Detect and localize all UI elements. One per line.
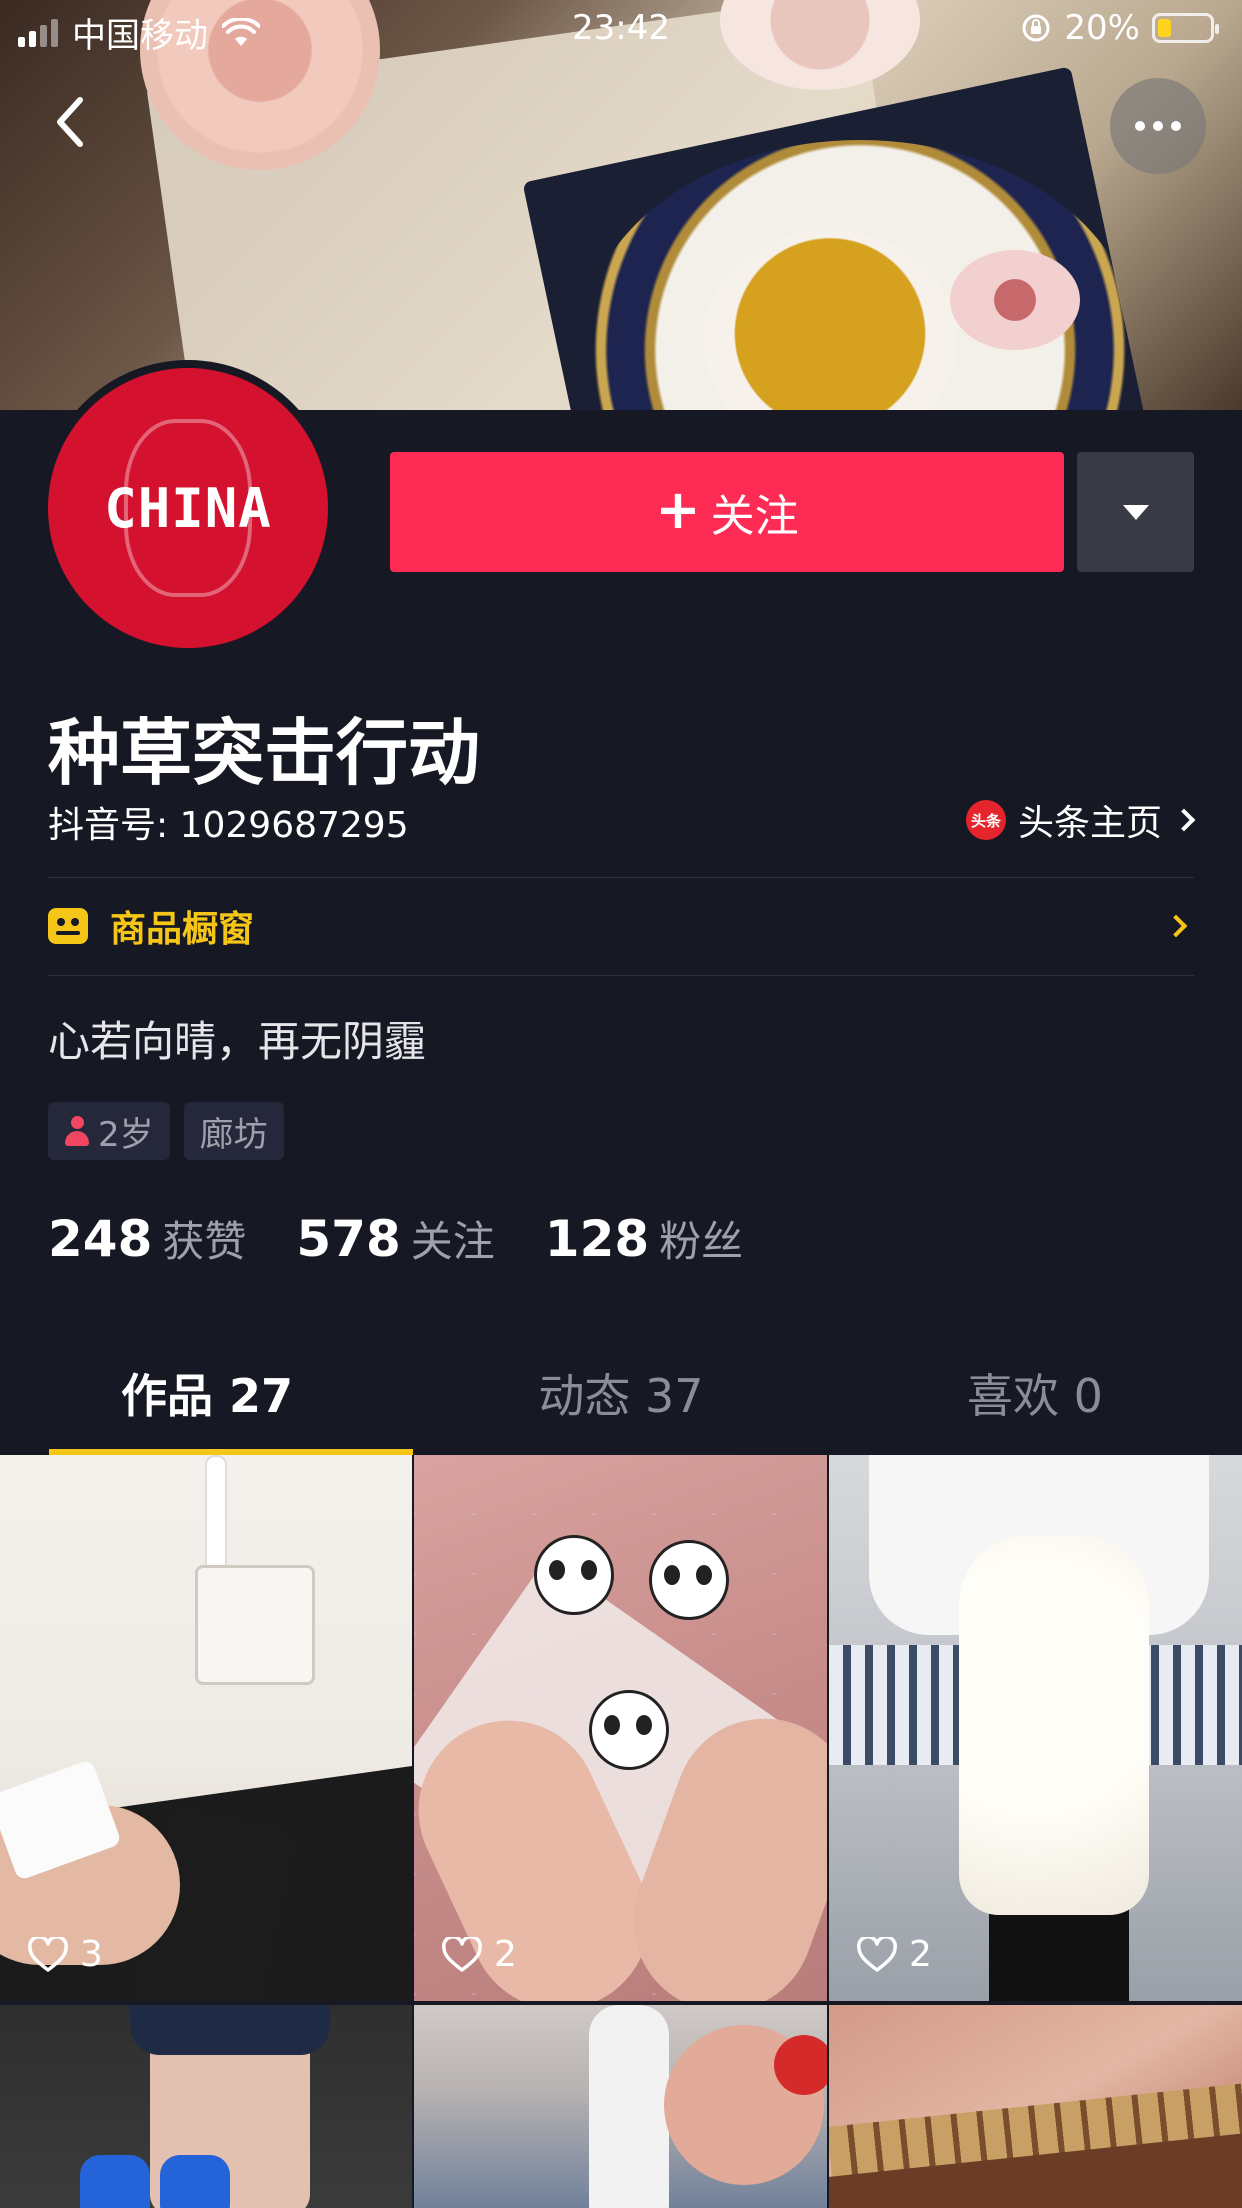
toutiao-homepage-link[interactable]: 头条 头条主页 — [965, 794, 1196, 846]
heart-icon — [28, 1936, 68, 1972]
more-button[interactable] — [1110, 78, 1206, 174]
follow-label: 关注 — [710, 491, 799, 542]
tab-posts[interactable]: 动态 37 — [414, 1330, 828, 1455]
location-tag-label: 廊坊 — [199, 1114, 268, 1155]
tab-likes[interactable]: 喜欢 0 — [828, 1330, 1242, 1455]
tab-works[interactable]: 作品 27 — [0, 1330, 414, 1455]
divider — [48, 975, 1194, 976]
age-tag: 2岁 — [48, 1102, 170, 1160]
stat-number: 248 — [48, 1210, 153, 1268]
status-bar: 中国移动 23:42 20% — [0, 0, 1242, 60]
rotation-lock-icon — [1022, 14, 1050, 42]
stat-label: 获赞 — [162, 1217, 247, 1266]
content-tabs: 作品 27 动态 37 喜欢 0 — [0, 1330, 1242, 1455]
back-button[interactable] — [50, 92, 110, 162]
shop-icon — [48, 908, 88, 944]
more-icon — [1135, 121, 1145, 131]
profile-stats: 248 获赞 578 关注 128 粉丝 — [48, 1208, 743, 1269]
bio: 心若向晴，再无阴霾 — [48, 1017, 427, 1066]
video-grid: 3 2 2 — [0, 1455, 1242, 2208]
stat-label: 粉丝 — [659, 1217, 744, 1266]
video-thumbnail[interactable]: 3 — [0, 1455, 412, 2001]
douyin-id: 抖音号: 1029687295 — [48, 805, 409, 846]
product-showcase-row[interactable]: 商品橱窗 — [48, 878, 1194, 974]
like-count: 2 — [494, 1934, 517, 1975]
like-count: 2 — [909, 1934, 932, 1975]
dropdown-caret-icon — [1122, 504, 1149, 520]
battery-percent: 20% — [1064, 8, 1140, 48]
stat-number: 578 — [296, 1210, 401, 1268]
followers-stat[interactable]: 128 粉丝 — [545, 1208, 743, 1269]
video-thumbnail[interactable]: 2 — [829, 1455, 1242, 2001]
cover-image — [0, 0, 1242, 410]
avatar[interactable]: CHINA — [40, 360, 336, 656]
like-count: 3 — [80, 1934, 103, 1975]
toutiao-label: 头条主页 — [1017, 803, 1162, 844]
video-thumbnail[interactable] — [829, 2005, 1242, 2208]
nickname: 种草突击行动 — [48, 711, 481, 795]
follow-button[interactable]: + 关注 — [390, 452, 1064, 572]
heart-icon — [442, 1936, 482, 1972]
person-icon — [64, 1116, 90, 1146]
video-thumbnail[interactable]: 2 — [414, 1455, 827, 2001]
stat-label: 关注 — [410, 1217, 495, 1266]
plus-icon: + — [655, 477, 701, 541]
back-icon — [57, 97, 83, 147]
video-likes: 2 — [857, 1934, 932, 1975]
recommend-dropdown-button[interactable] — [1077, 452, 1194, 572]
chevron-right-icon — [1172, 808, 1196, 832]
avatar-text: CHINA — [104, 476, 272, 540]
video-thumbnail[interactable] — [0, 2005, 412, 2208]
profile-tags: 2岁 廊坊 — [48, 1102, 284, 1160]
video-likes: 3 — [28, 1934, 103, 1975]
following-stat[interactable]: 578 关注 — [296, 1208, 494, 1269]
toutiao-icon: 头条 — [965, 800, 1006, 840]
chevron-right-icon — [1164, 914, 1188, 938]
age-tag-label: 2岁 — [98, 1114, 154, 1155]
video-thumbnail[interactable] — [414, 2005, 827, 2208]
heart-icon — [857, 1936, 897, 1972]
stat-number: 128 — [544, 1210, 650, 1268]
video-likes: 2 — [442, 1934, 517, 1975]
battery-icon — [1152, 13, 1219, 43]
likes-stat: 248 获赞 — [48, 1208, 246, 1269]
shop-label: 商品橱窗 — [110, 909, 255, 950]
location-tag: 廊坊 — [183, 1102, 284, 1160]
